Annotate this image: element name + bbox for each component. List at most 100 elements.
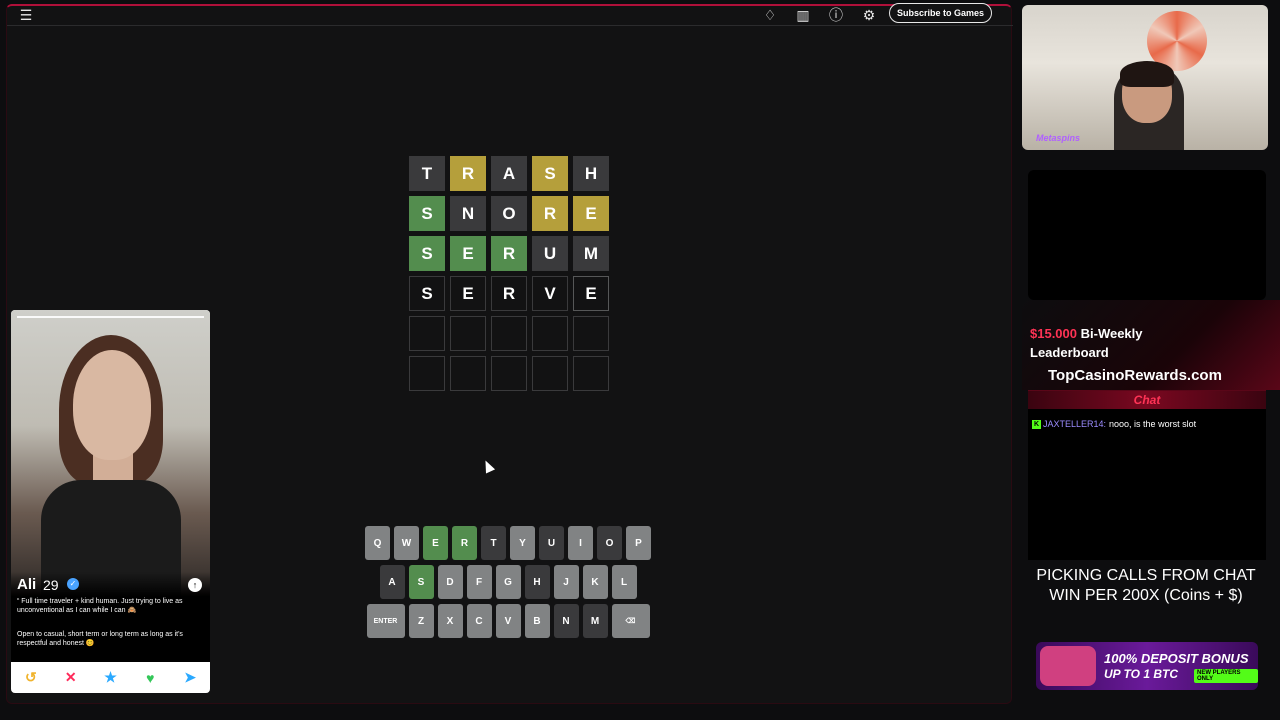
key-i[interactable]: I <box>568 526 593 560</box>
chat-message-text: nooo, is the worst slot <box>1109 419 1197 429</box>
boost-icon[interactable]: ➤ <box>179 667 201 689</box>
key-d[interactable]: D <box>437 565 463 599</box>
board-row <box>409 356 609 391</box>
chat-message: K JAXTELLER14: nooo, is the worst slot <box>1032 419 1197 430</box>
help-icon[interactable]: ⓘ <box>827 7 845 23</box>
promo-line-2: Leaderboard <box>1030 345 1109 360</box>
keyboard-row: QWERTYUIOP <box>363 526 653 560</box>
promo-line-1: $15.000 Bi-Weekly <box>1030 326 1143 341</box>
mouse-cursor-icon <box>480 458 496 474</box>
key-e[interactable]: E <box>423 526 448 560</box>
board-tile <box>491 316 527 351</box>
calls-line-2: WIN PER 200X (Coins + $) <box>1049 587 1243 604</box>
chat-username: JAXTELLER14: <box>1043 419 1107 429</box>
key-n[interactable]: N <box>553 604 579 638</box>
enter-key[interactable]: ENTER <box>366 604 405 638</box>
bonus-tag: NEW PLAYERS ONLY <box>1194 669 1258 683</box>
board-tile <box>450 316 486 351</box>
board-tile: T <box>409 156 445 191</box>
like-icon[interactable]: ♥ <box>139 667 161 689</box>
settings-icon[interactable]: ⚙ <box>860 7 878 23</box>
treasure-chest-icon <box>1040 646 1096 686</box>
keyboard-row: ENTER Z X C V B N M ⌫ <box>363 604 653 638</box>
leaderboard-promo: $15.000 Bi-Weekly Leaderboard TopCasinoR… <box>1022 300 1280 390</box>
board-tile: R <box>532 196 568 231</box>
board-row: SNORE <box>409 196 609 231</box>
expand-profile-icon[interactable]: ↑ <box>188 578 202 592</box>
promo-line-1-rest: Bi-Weekly <box>1077 326 1143 341</box>
streamer-hair <box>1120 61 1174 87</box>
game-board: TRASHSNORESERUMSERVE <box>409 156 609 396</box>
profile-photo <box>11 310 210 610</box>
backspace-key[interactable]: ⌫ <box>611 604 650 638</box>
board-tile: A <box>491 156 527 191</box>
board-tile: R <box>491 276 527 311</box>
board-tile: S <box>409 236 445 271</box>
key-g[interactable]: G <box>495 565 521 599</box>
key-m[interactable]: M <box>582 604 608 638</box>
key-c[interactable]: C <box>466 604 492 638</box>
board-tile <box>573 356 609 391</box>
board-tile: U <box>532 236 568 271</box>
key-u[interactable]: U <box>539 526 564 560</box>
hamburger-menu-icon[interactable]: ☰ <box>17 7 35 23</box>
board-tile: O <box>491 196 527 231</box>
board-row: SERVE <box>409 276 609 311</box>
board-tile: E <box>450 236 486 271</box>
board-row <box>409 316 609 351</box>
promo-site: TopCasinoRewards.com <box>1048 367 1222 384</box>
profile-name: Ali <box>17 576 37 593</box>
key-r[interactable]: R <box>452 526 477 560</box>
key-o[interactable]: O <box>597 526 622 560</box>
board-tile <box>450 356 486 391</box>
nope-icon[interactable]: ✕ <box>60 667 82 689</box>
board-tile <box>409 356 445 391</box>
chat-panel: Chat K JAXTELLER14: nooo, is the worst slo… <box>1028 390 1266 560</box>
rewind-icon[interactable]: ↺ <box>20 667 42 689</box>
key-f[interactable]: F <box>466 565 492 599</box>
stats-icon[interactable]: ▥ <box>794 7 812 23</box>
promo-amount: $15.000 <box>1030 326 1077 341</box>
board-tile: R <box>491 236 527 271</box>
board-tile <box>409 316 445 351</box>
board-tile: E <box>573 196 609 231</box>
bonus-line-2: UP TO 1 BTC <box>1104 667 1179 681</box>
key-b[interactable]: B <box>524 604 550 638</box>
board-tile: S <box>409 196 445 231</box>
board-row: TRASH <box>409 156 609 191</box>
key-z[interactable]: Z <box>408 604 434 638</box>
board-tile: M <box>573 236 609 271</box>
keyboard-row: ASDFGHJKL <box>363 565 653 599</box>
board-tile: H <box>573 156 609 191</box>
chat-badge-icon: K <box>1032 420 1041 430</box>
key-l[interactable]: L <box>611 565 637 599</box>
key-p[interactable]: P <box>626 526 651 560</box>
key-t[interactable]: T <box>481 526 506 560</box>
key-a[interactable]: A <box>379 565 405 599</box>
key-j[interactable]: J <box>553 565 579 599</box>
board-tile: N <box>450 196 486 231</box>
dating-profile-card: Ali 29 ✓ ↑ “ Full time traveler + kind h… <box>11 310 210 693</box>
board-tile <box>491 356 527 391</box>
board-tile: S <box>409 276 445 311</box>
board-row: SERUM <box>409 236 609 271</box>
lightbulb-icon[interactable]: ♢ <box>761 7 779 23</box>
key-y[interactable]: Y <box>510 526 535 560</box>
board-tile <box>532 316 568 351</box>
key-w[interactable]: W <box>394 526 419 560</box>
key-q[interactable]: Q <box>365 526 390 560</box>
bonus-line-1: 100% DEPOSIT BONUS <box>1104 651 1249 666</box>
super-like-icon[interactable]: ★ <box>99 667 121 689</box>
photo-face <box>73 350 151 460</box>
subscribe-button[interactable]: Subscribe to Games <box>889 3 992 23</box>
key-k[interactable]: K <box>582 565 608 599</box>
webcam-sponsor-label: Metaspins <box>1036 133 1081 143</box>
profile-bio-line-1: “ Full time traveler + kind human. Just … <box>17 598 183 614</box>
key-s[interactable]: S <box>408 565 434 599</box>
verified-check-icon: ✓ <box>67 578 79 590</box>
key-h[interactable]: H <box>524 565 550 599</box>
key-x[interactable]: X <box>437 604 463 638</box>
profile-action-bar: ↺ ✕ ★ ♥ ➤ <box>11 662 210 693</box>
key-v[interactable]: V <box>495 604 521 638</box>
stream-layout: ☰ ♢ ▥ ⓘ ⚙ Subscribe to Games TRASHSNORES… <box>0 0 1280 720</box>
